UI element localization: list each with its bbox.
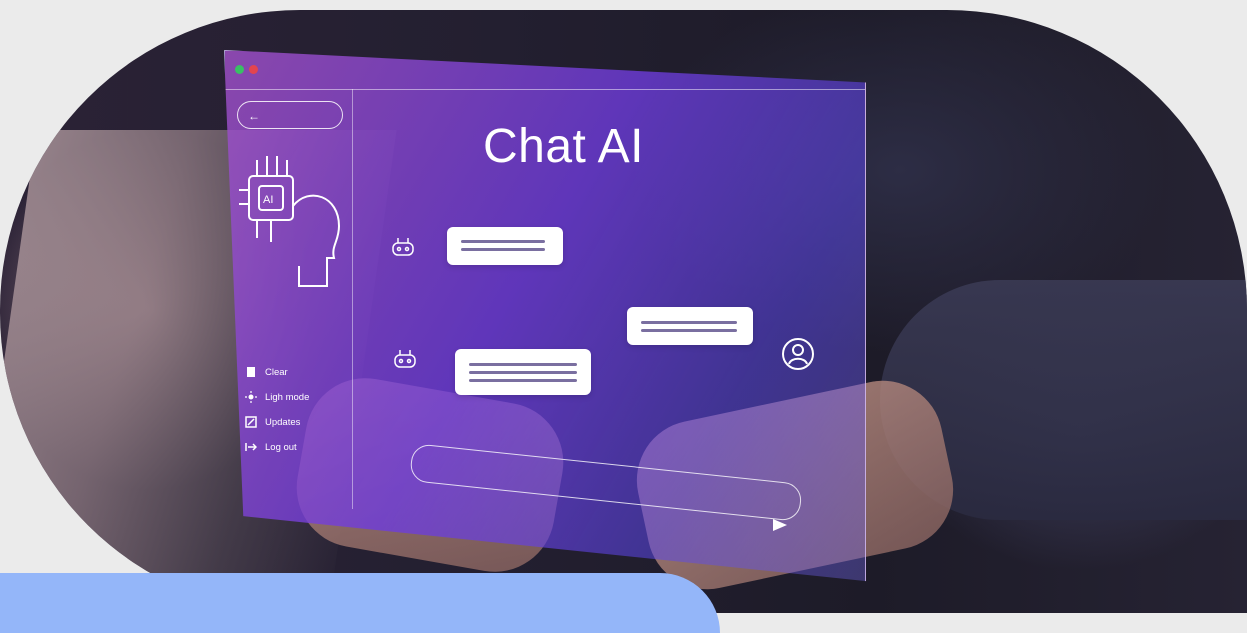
window-dot-green	[235, 65, 244, 74]
back-arrow-icon: ←	[248, 109, 260, 123]
sun-icon	[245, 391, 257, 403]
menu-item-light-mode: Ligh mode	[245, 386, 345, 408]
bot-icon	[392, 238, 414, 256]
user-avatar-icon	[782, 338, 814, 370]
blue-accent-band	[0, 573, 720, 633]
menu-item-clear: Clear	[245, 361, 345, 383]
bot-message-bubble-2	[455, 349, 591, 395]
sidebar-divider	[352, 89, 353, 509]
sidebar-menu: Clear Ligh mode Updates Log out	[245, 361, 345, 461]
screen-title: Chat AI	[483, 120, 644, 173]
hero-photo: ← AI Clear Ligh mode Updates Log out Cha…	[0, 10, 1247, 613]
back-search-field: ←	[237, 101, 343, 129]
svg-text:AI: AI	[263, 194, 273, 206]
edit-icon	[245, 416, 257, 428]
menu-item-updates: Updates	[245, 411, 345, 433]
holographic-chat-screen: ← AI Clear Ligh mode Updates Log out Cha…	[224, 50, 866, 582]
bot-icon-2	[394, 350, 416, 368]
logout-icon	[245, 443, 257, 451]
send-icon	[773, 519, 787, 531]
trash-icon	[247, 367, 255, 377]
chat-input-field	[409, 443, 803, 522]
window-dot-red	[249, 65, 258, 74]
window-titlebar	[225, 51, 865, 90]
ai-head-icon: AI	[239, 156, 341, 287]
bot-message-bubble	[447, 227, 563, 265]
user-message-bubble	[627, 307, 753, 345]
menu-item-log-out: Log out	[245, 436, 345, 458]
